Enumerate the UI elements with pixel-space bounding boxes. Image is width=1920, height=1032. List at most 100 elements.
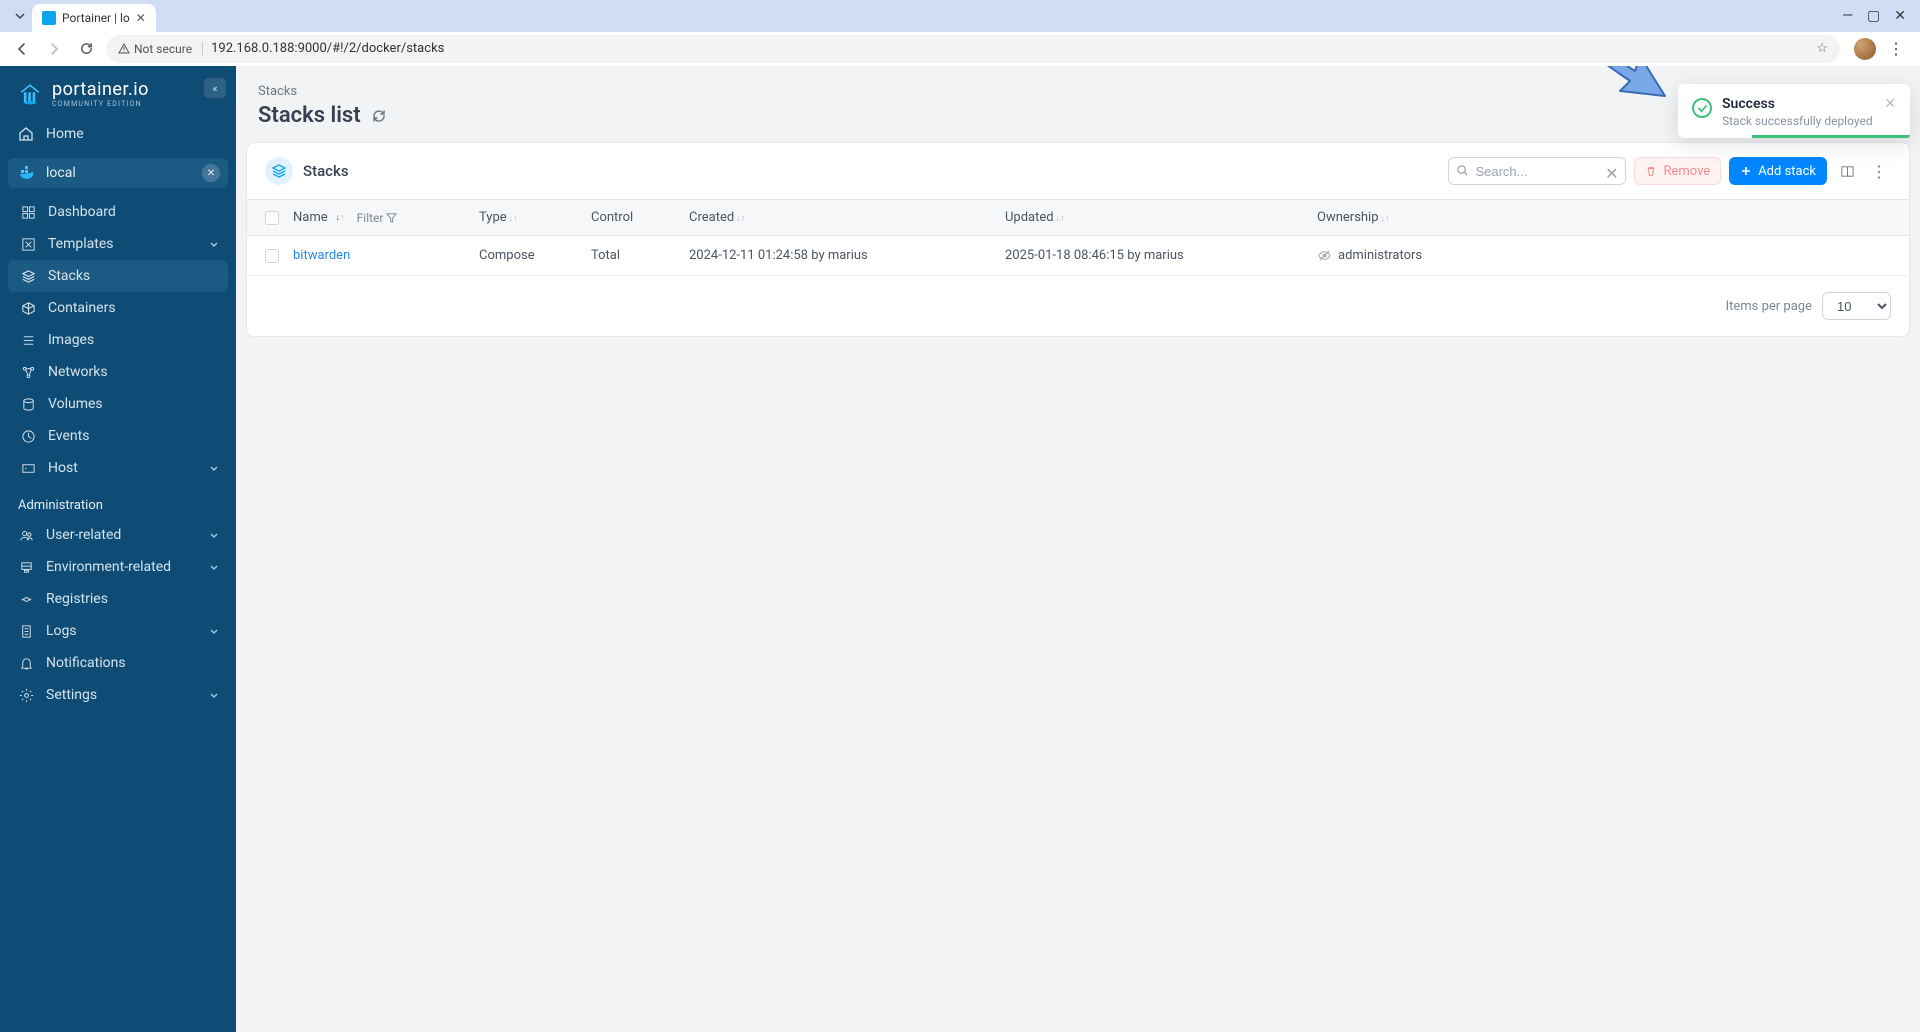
tab-close-icon[interactable]: ✕ [136,11,146,25]
refresh-icon[interactable] [371,108,387,124]
toast-close-icon[interactable]: ✕ [1884,96,1896,128]
tab-dropdown[interactable] [8,4,32,28]
security-badge[interactable]: Not secure [118,42,203,56]
close-window-icon[interactable]: ✕ [1894,8,1906,24]
images-icon [18,331,38,349]
add-stack-button[interactable]: Add stack [1729,157,1827,185]
sidebar-collapse-button[interactable]: « [204,78,226,98]
table-footer: Items per page 10 [247,276,1909,336]
environment-close-icon[interactable]: ✕ [202,164,220,182]
sidebar-label: Images [48,332,94,348]
address-bar[interactable]: Not secure 192.168.0.188:9000/#!/2/docke… [106,35,1840,63]
containers-icon [18,299,38,317]
sidebar-environment-badge[interactable]: local ✕ [8,158,228,188]
sidebar-item-user-related[interactable]: User-related [0,519,236,551]
columns-toggle-icon[interactable] [1835,159,1859,183]
bookmark-star-icon[interactable]: ☆ [1816,41,1828,56]
maximize-icon[interactable]: ▢ [1867,8,1880,24]
sidebar-item-dashboard[interactable]: Dashboard [0,196,236,228]
row-checkbox[interactable] [265,249,279,263]
sidebar-item-registries[interactable]: Registries [0,583,236,615]
trash-icon [1645,165,1657,177]
sort-icon: ↓↑ [509,215,518,223]
browser-tab[interactable]: Portainer | lo ✕ [32,4,156,32]
chevron-down-icon [208,462,220,474]
filter-icon [386,212,397,223]
sidebar-item-events[interactable]: Events [0,420,236,452]
breadcrumb[interactable]: Stacks [236,66,1920,103]
cell-ownership: administrators [1317,248,1891,263]
column-header-updated[interactable]: Updated↓↑ [1005,210,1317,225]
sidebar-item-home[interactable]: Home [0,118,236,150]
table-header: Name ↓↑ Filter Type↓↑ Control Created↓↑ … [247,199,1909,236]
sidebar-header: portainer.io COMMUNITY EDITION « [0,66,236,118]
items-per-page-label: Items per page [1726,299,1812,314]
sidebar-item-networks[interactable]: Networks [0,356,236,388]
sidebar-label: Registries [46,591,108,607]
reload-button[interactable] [74,37,98,61]
minimize-icon[interactable]: — [1842,8,1853,24]
toast-title: Success [1722,96,1874,112]
stacks-icon [18,267,38,285]
environment-name: local [46,165,76,181]
address-url: 192.168.0.188:9000/#!/2/docker/stacks [211,41,444,56]
plus-icon [1740,165,1752,177]
environment-icon [16,558,36,576]
search-icon [1456,164,1469,177]
bell-icon [16,654,36,672]
search-input[interactable] [1448,157,1626,185]
stack-name-link[interactable]: bitwarden [293,248,350,263]
gear-icon [16,686,36,704]
sidebar-item-containers[interactable]: Containers [0,292,236,324]
select-all-checkbox[interactable] [265,211,279,225]
browser-menu-icon[interactable]: ⋮ [1888,39,1904,58]
main-content: Stacks Stacks list Stacks ✕ [236,66,1920,1032]
chevron-down-icon [208,529,220,541]
users-icon [16,526,36,544]
home-icon [16,125,36,143]
panel-actions: ✕ Remove Add stack ⋮ [1448,157,1891,185]
cell-updated: 2025-01-18 08:46:15 by marius [1005,248,1317,263]
sidebar-item-images[interactable]: Images [0,324,236,356]
nav-bar: Not secure 192.168.0.188:9000/#!/2/docke… [0,32,1920,66]
stacks-panel-icon [265,157,293,185]
sidebar-item-stacks[interactable]: Stacks [8,260,228,292]
clear-search-icon[interactable]: ✕ [1605,164,1618,183]
sort-icon: ↓↑ [1381,215,1390,223]
column-header-type[interactable]: Type↓↑ [479,210,591,225]
profile-avatar[interactable] [1854,38,1876,60]
volumes-icon [18,395,38,413]
tab-favicon [42,11,56,25]
panel-menu-icon[interactable]: ⋮ [1867,159,1891,183]
column-header-created[interactable]: Created↓↑ [689,210,1005,225]
sidebar: portainer.io COMMUNITY EDITION « Home lo… [0,66,236,1032]
cell-type: Compose [479,248,591,263]
items-per-page-select[interactable]: 10 [1822,292,1891,320]
window-controls: — ▢ ✕ [1842,8,1912,24]
sidebar-item-logs[interactable]: Logs [0,615,236,647]
security-label: Not secure [134,42,192,56]
back-button[interactable] [10,37,34,61]
registries-icon [16,590,36,608]
forward-button[interactable] [42,37,66,61]
column-header-name[interactable]: Name ↓↑ Filter [293,210,479,225]
logo-subtitle: COMMUNITY EDITION [52,101,149,108]
sidebar-label: Volumes [48,396,103,412]
sidebar-item-environment-related[interactable]: Environment-related [0,551,236,583]
sidebar-item-volumes[interactable]: Volumes [0,388,236,420]
sidebar-label: Notifications [46,655,126,671]
filter-button[interactable]: Filter [357,211,398,225]
add-label: Add stack [1758,164,1816,179]
chevron-down-icon [208,561,220,573]
column-header-ownership[interactable]: Ownership↓↑ [1317,210,1891,225]
sidebar-item-settings[interactable]: Settings [0,679,236,711]
remove-button[interactable]: Remove [1634,157,1721,185]
sidebar-item-notifications[interactable]: Notifications [0,647,236,679]
page-title: Stacks list [236,103,1920,142]
sidebar-label: Dashboard [48,204,116,220]
sidebar-item-host[interactable]: Host [0,452,236,484]
sidebar-item-templates[interactable]: Templates [0,228,236,260]
tab-bar: Portainer | lo ✕ — ▢ ✕ [0,0,1920,32]
eye-off-icon [1317,248,1332,263]
toast-message: Stack successfully deployed [1722,114,1874,128]
